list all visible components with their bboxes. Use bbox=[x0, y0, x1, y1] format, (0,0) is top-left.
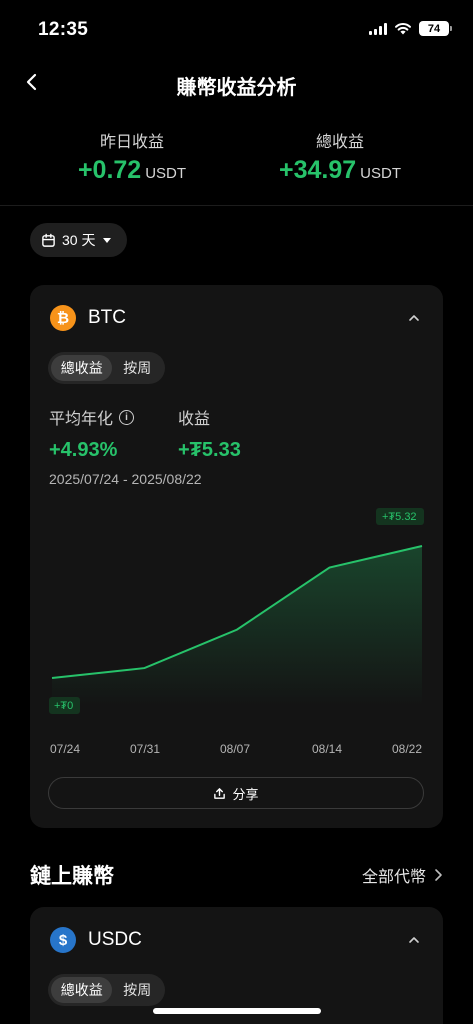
calendar-icon bbox=[42, 233, 55, 247]
chart-area-fill bbox=[52, 546, 422, 706]
profit-value: +₮5.33 bbox=[178, 439, 241, 461]
average-apy-label: 平均年化 bbox=[49, 411, 114, 428]
usdc-icon: $ bbox=[50, 927, 76, 953]
date-range-dropdown[interactable]: 30 天 bbox=[30, 223, 127, 257]
status-time: 12:35 bbox=[38, 19, 89, 40]
chart-max-label-text: +₮5.32 bbox=[382, 511, 417, 523]
tab-total-earnings[interactable]: 總收益 bbox=[51, 355, 113, 381]
status-bar: 12:35 74 bbox=[0, 0, 473, 58]
coin-header: ₿ BTC bbox=[50, 305, 126, 331]
coin-name: USDC bbox=[88, 929, 142, 950]
total-earnings-unit: USDT bbox=[360, 165, 401, 182]
x-tick-label: 07/31 bbox=[130, 742, 160, 756]
average-apy-value: +4.93% bbox=[49, 439, 118, 461]
page-title: 賺幣收益分析 bbox=[176, 77, 297, 99]
share-button[interactable]: 分享 bbox=[48, 777, 424, 809]
all-tokens-link[interactable]: 全部代幣 bbox=[362, 863, 443, 887]
section-header: 鏈上賺幣 全部代幣 bbox=[30, 858, 443, 890]
tab-weekly[interactable]: 按周 bbox=[112, 355, 162, 381]
yesterday-earnings: 昨日收益 +0.72 USDT bbox=[32, 128, 232, 185]
chart-max-label: +₮5.32 bbox=[376, 508, 424, 525]
total-earnings-value: +34.97 bbox=[278, 156, 357, 184]
x-tick-label: 08/14 bbox=[312, 742, 342, 756]
share-icon bbox=[214, 787, 226, 799]
earnings-summary: 昨日收益 +0.72 USDT 總收益 +34.97 USDT bbox=[0, 128, 473, 188]
chevron-right-icon bbox=[435, 869, 442, 881]
status-icons: 74 bbox=[369, 21, 452, 36]
total-earnings: 總收益 +34.97 USDT bbox=[240, 128, 440, 185]
tab-weekly[interactable]: 按周 bbox=[112, 977, 162, 1003]
coin-name: BTC bbox=[88, 307, 126, 328]
usdc-earnings-card: $ USDC 總收益 按周 bbox=[30, 907, 443, 1024]
chart-min-label-text: +₮0 bbox=[54, 700, 73, 712]
profit: 收益 +₮5.33 bbox=[178, 405, 241, 462]
yesterday-earnings-unit: USDT bbox=[145, 165, 187, 182]
tab-total-earnings[interactable]: 總收益 bbox=[51, 977, 113, 1003]
chevron-up-icon[interactable] bbox=[407, 933, 421, 947]
profit-label: 收益 bbox=[178, 411, 211, 428]
yesterday-earnings-label: 昨日收益 bbox=[99, 134, 164, 151]
share-label: 分享 bbox=[232, 786, 259, 802]
battery-level: 74 bbox=[427, 22, 441, 35]
bitcoin-icon: ₿ bbox=[50, 305, 76, 331]
caret-down-icon bbox=[103, 237, 112, 243]
date-range-label: 30 天 bbox=[62, 232, 96, 248]
signal-icon bbox=[369, 22, 387, 35]
total-earnings-label: 總收益 bbox=[315, 134, 364, 151]
chevron-up-icon[interactable] bbox=[407, 311, 421, 325]
earnings-chart: +₮5.32 +₮0 07/24 07/31 08/07 08/14 08/22 bbox=[49, 508, 424, 756]
x-tick-label: 08/22 bbox=[392, 742, 422, 756]
divider bbox=[0, 205, 473, 206]
earnings-view-toggle: 總收益 按周 bbox=[48, 974, 165, 1006]
info-icon[interactable]: i bbox=[119, 409, 135, 425]
home-indicator bbox=[153, 1008, 321, 1014]
earnings-view-toggle: 總收益 按周 bbox=[48, 352, 165, 384]
yesterday-earnings-value: +0.72 bbox=[77, 156, 142, 184]
btc-earnings-card: ₿ BTC 總收益 按周 平均年化 i +4.93% 收益 +₮5.33 202… bbox=[30, 285, 443, 828]
battery-icon: 74 bbox=[419, 21, 452, 36]
x-tick-label: 07/24 bbox=[50, 742, 80, 756]
section-title: 鏈上賺幣 bbox=[30, 865, 114, 888]
coin-header: $ USDC bbox=[50, 927, 142, 953]
average-apy: 平均年化 i +4.93% bbox=[49, 405, 135, 462]
chart-date-range: 2025/07/24 - 2025/08/22 bbox=[49, 471, 202, 487]
chart-min-label: +₮0 bbox=[49, 697, 80, 714]
nav-bar: 賺幣收益分析 bbox=[0, 58, 473, 110]
all-tokens-label: 全部代幣 bbox=[361, 869, 426, 886]
x-tick-label: 08/07 bbox=[220, 742, 250, 756]
wifi-icon bbox=[395, 22, 411, 35]
